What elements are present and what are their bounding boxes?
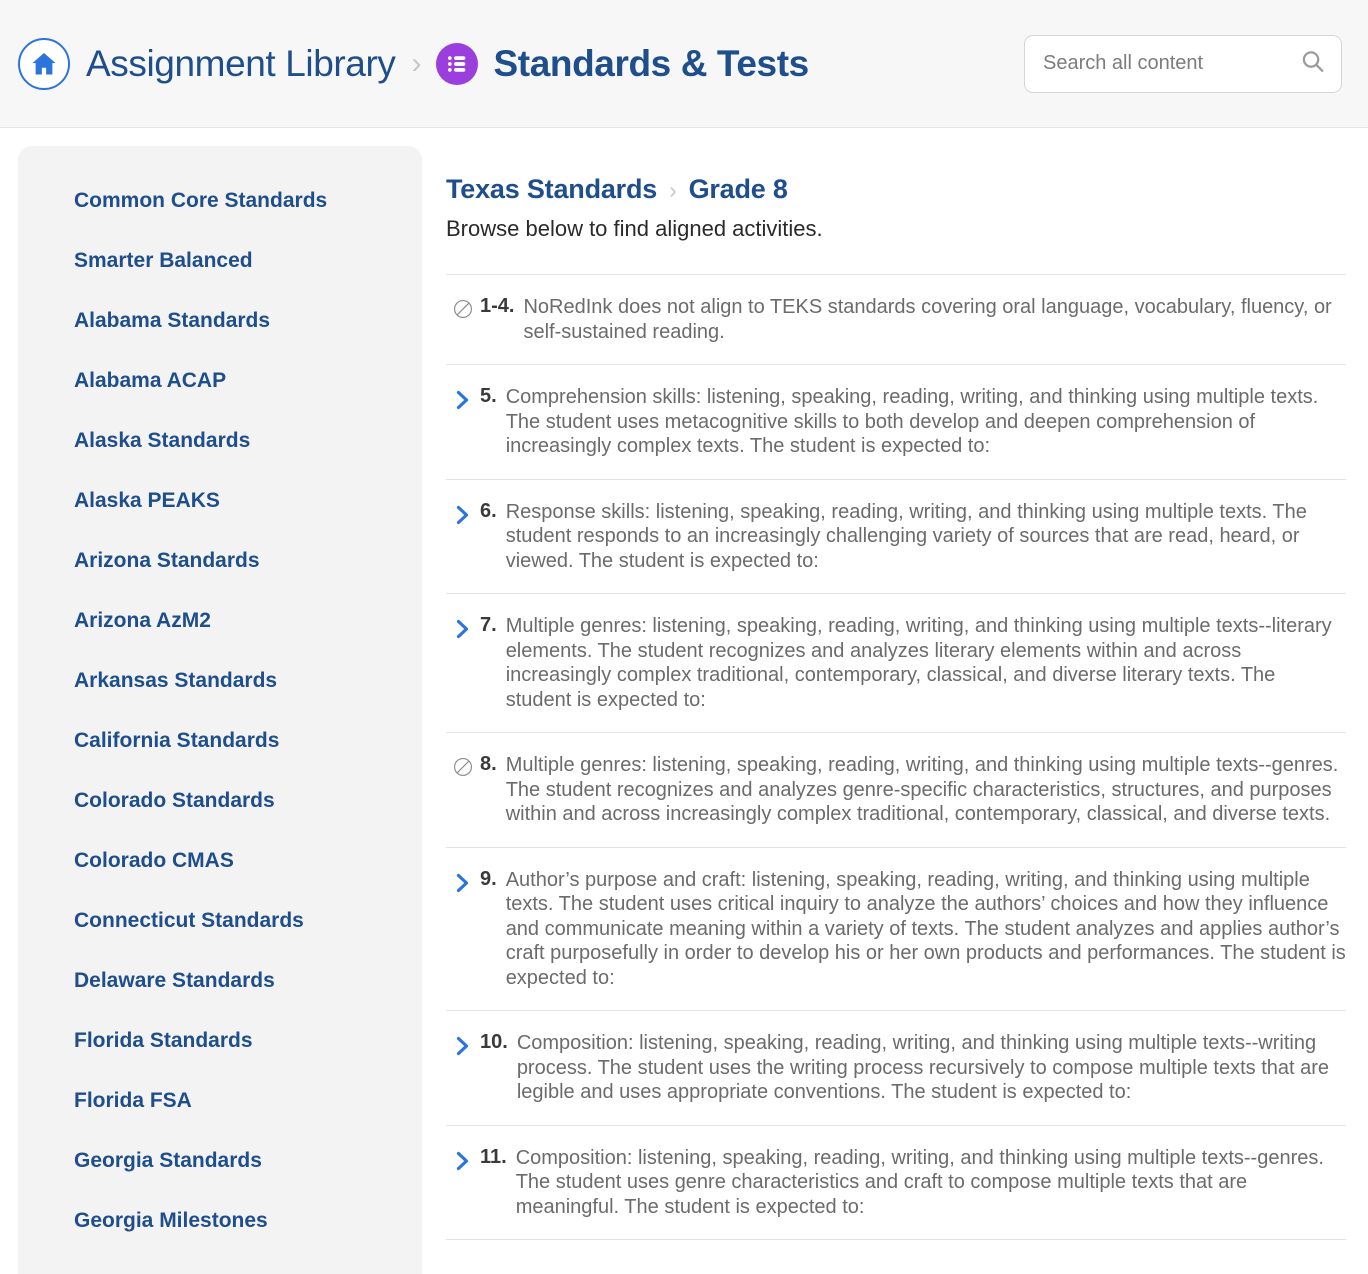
not-aligned-icon (446, 751, 480, 778)
sidebar-item-california-standards[interactable]: California Standards (18, 728, 422, 754)
list-icon (435, 42, 478, 85)
standard-text: Multiple genres: listening, speaking, re… (505, 754, 1339, 825)
standards-sidebar: Common Core Standards Smarter Balanced A… (18, 146, 422, 1274)
chevron-right-icon[interactable] (446, 1029, 480, 1058)
standard-number: 5. (480, 385, 497, 407)
breadcrumb-label-standards-and-tests: Standards & Tests (493, 42, 810, 84)
home-icon (18, 37, 70, 90)
breadcrumb-item-assignment-library[interactable]: Assignment Library (18, 37, 396, 90)
page-title-texas-standards[interactable]: Texas Standards (446, 174, 657, 205)
standard-row[interactable]: 10. Composition: listening, speaking, re… (446, 1010, 1346, 1125)
sidebar-item-florida-standards[interactable]: Florida Standards (18, 1028, 422, 1054)
standard-number: 1-4. (480, 295, 515, 317)
chevron-right-icon[interactable] (446, 498, 480, 527)
sidebar-item-smarter-balanced[interactable]: Smarter Balanced (18, 248, 422, 274)
breadcrumb-separator-icon: › (411, 46, 422, 80)
standard-number: 11. (480, 1145, 507, 1168)
standard-row[interactable]: 7. Multiple genres: listening, speaking,… (446, 593, 1346, 732)
breadcrumb: Assignment Library › Standards & Tests (18, 37, 1024, 90)
standard-text: Multiple genres: listening, speaking, re… (505, 615, 1332, 711)
sidebar-item-colorado-standards[interactable]: Colorado Standards (18, 788, 422, 814)
sidebar-item-alabama-standards[interactable]: Alabama Standards (18, 308, 422, 334)
chevron-right-icon[interactable] (446, 383, 480, 412)
standard-number: 9. (480, 867, 497, 890)
standard-text: NoRedInk does not align to TEKS standard… (523, 296, 1332, 343)
standard-row: 1-4. NoRedInk does not align to TEKS sta… (446, 274, 1346, 364)
sidebar-item-connecticut-standards[interactable]: Connecticut Standards (18, 908, 422, 934)
search-input[interactable] (1024, 34, 1342, 93)
standards-list: 1-4. NoRedInk does not align to TEKS sta… (446, 274, 1346, 1240)
standard-number: 10. (480, 1031, 508, 1053)
sidebar-item-arizona-standards[interactable]: Arizona Standards (18, 548, 422, 574)
not-aligned-icon (446, 293, 480, 320)
sidebar-item-alaska-standards[interactable]: Alaska Standards (18, 428, 422, 454)
sidebar-item-common-core-standards[interactable]: Common Core Standards (18, 188, 422, 214)
page-body: Common Core Standards Smarter Balanced A… (0, 128, 1368, 1274)
chevron-right-icon[interactable] (446, 612, 480, 641)
page-title-grade-8[interactable]: Grade 8 (689, 174, 788, 205)
standard-row[interactable]: 9. Author’s purpose and craft: listening… (446, 846, 1346, 1011)
chevron-right-icon[interactable] (446, 866, 480, 895)
sidebar-item-alaska-peaks[interactable]: Alaska PEAKS (18, 488, 422, 514)
standard-text: Composition: listening, speaking, readin… (516, 1032, 1330, 1103)
main-content: Texas Standards › Grade 8 Browse below t… (422, 128, 1368, 1240)
sidebar-item-alabama-acap[interactable]: Alabama ACAP (18, 368, 422, 394)
standard-text: Author’s purpose and craft: listening, s… (505, 868, 1346, 989)
page-subtitle: Browse below to find aligned activities. (446, 216, 823, 241)
sidebar-item-georgia-milestones[interactable]: Georgia Milestones (18, 1208, 422, 1234)
standard-row[interactable]: 11. Composition: listening, speaking, re… (446, 1124, 1346, 1240)
sidebar-item-arizona-azm2[interactable]: Arizona AzM2 (18, 608, 422, 634)
standard-row[interactable]: 5. Comprehension skills: listening, spea… (446, 364, 1346, 479)
sidebar-item-georgia-standards[interactable]: Georgia Standards (18, 1148, 422, 1174)
top-header-bar: Assignment Library › Standards & Tests (0, 0, 1368, 128)
chevron-right-icon[interactable] (446, 1144, 480, 1173)
standard-text: Comprehension skills: listening, speakin… (505, 386, 1319, 457)
standard-text: Composition: listening, speaking, readin… (515, 1146, 1324, 1218)
standard-number: 7. (480, 614, 497, 636)
breadcrumb-label-assignment-library: Assignment Library (86, 42, 396, 84)
sidebar-item-colorado-cmas[interactable]: Colorado CMAS (18, 848, 422, 874)
standard-row: 8. Multiple genres: listening, speaking,… (446, 732, 1346, 847)
standard-row[interactable]: 6. Response skills: listening, speaking,… (446, 478, 1346, 594)
search-box (1024, 34, 1342, 93)
standard-number: 8. (480, 753, 497, 775)
standard-number: 6. (480, 499, 497, 522)
page-title-separator-icon: › (669, 177, 677, 203)
standard-text: Response skills: listening, speaking, re… (505, 500, 1307, 572)
sidebar-item-florida-fsa[interactable]: Florida FSA (18, 1088, 422, 1114)
sidebar-item-arkansas-standards[interactable]: Arkansas Standards (18, 668, 422, 694)
sidebar-item-delaware-standards[interactable]: Delaware Standards (18, 968, 422, 994)
page-title: Texas Standards › Grade 8 (446, 174, 1346, 205)
breadcrumb-item-standards-and-tests[interactable]: Standards & Tests (435, 42, 810, 85)
